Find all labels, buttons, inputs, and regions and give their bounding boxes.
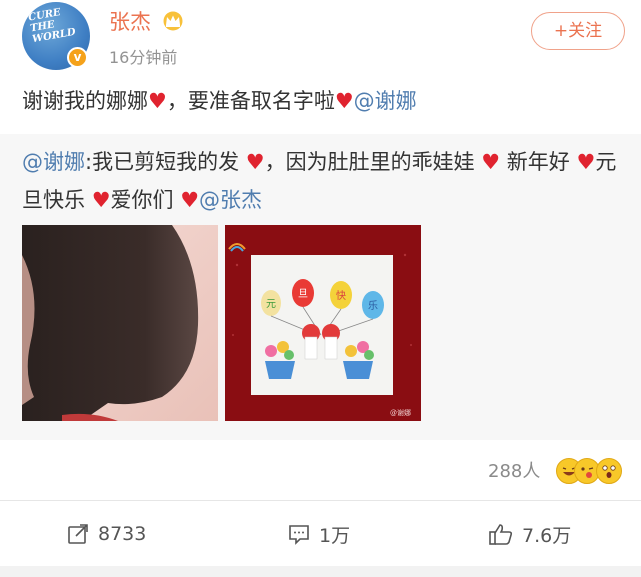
balloon-char-3: 快 [336, 290, 346, 302]
balloon-char-2: 旦 [298, 288, 308, 300]
post-text-part1: 谢谢我的娜娜 [22, 89, 148, 113]
post-timestamp: 16分钟前 [109, 48, 178, 67]
heart-icon: ♥ [180, 188, 200, 212]
balloon-char-1: 元 [266, 299, 276, 310]
post-text: 谢谢我的娜娜♥，要准备取名字啦♥@谢娜 [22, 85, 417, 117]
repost-icon [68, 524, 88, 544]
follow-button[interactable]: +关注 [531, 12, 625, 50]
verified-badge-icon: v [67, 47, 88, 68]
repost-seg5: 爱你们 [110, 188, 174, 212]
repost-image-2[interactable]: 元 旦 快 乐 @谢娜 [225, 225, 421, 421]
repost-seg1: :我已剪短我的发 [85, 150, 240, 174]
balloon-card-image: 元 旦 快 乐 @谢娜 [225, 225, 421, 421]
mention-link[interactable]: @谢娜 [354, 89, 417, 113]
comment-icon [289, 525, 309, 545]
repost-seg2: ，因为肚肚里的乖娃娃 [264, 150, 475, 174]
hair-photo-image [22, 225, 218, 421]
repost-seg3: 新年好 [506, 150, 570, 174]
mention-link[interactable]: @张杰 [199, 188, 262, 212]
crown-icon [163, 11, 183, 31]
mention-link[interactable]: @谢娜 [22, 150, 85, 174]
reactions-count[interactable]: 288人 [488, 459, 540, 485]
balloon-char-4: 乐 [368, 300, 378, 312]
thumbs-up-icon [489, 524, 513, 545]
heart-icon: ♥ [91, 188, 111, 212]
repost-image-1[interactable] [22, 225, 218, 421]
comment-count: 1万 [319, 524, 351, 547]
heart-icon: ♥ [576, 150, 596, 174]
like-button[interactable]: 7.6万 [488, 519, 571, 549]
heart-icon: ♥ [481, 150, 501, 174]
post-text-part2: ，要准备取名字啦 [166, 89, 335, 113]
bottom-separator [0, 566, 641, 577]
like-count: 7.6万 [522, 524, 572, 547]
repost-button[interactable]: 8733 [66, 519, 146, 549]
heart-icon: ♥ [148, 89, 167, 113]
divider [0, 500, 641, 501]
repost-count: 8733 [98, 523, 147, 545]
comment-button[interactable]: 1万 [287, 519, 350, 549]
image-watermark: @谢娜 [390, 408, 411, 417]
heart-icon: ♥ [334, 89, 354, 113]
avatar-logo-text: CURE THE WORLD [27, 7, 77, 46]
username[interactable]: 张杰 [109, 8, 151, 36]
heart-icon: ♥ [245, 150, 265, 174]
repost-text: @谢娜:我已剪短我的发 ♥，因为肚肚里的乖娃娃 ♥ 新年好 ♥元旦快乐 ♥爱你们… [22, 143, 627, 219]
surprised-emoji-icon [596, 458, 622, 484]
